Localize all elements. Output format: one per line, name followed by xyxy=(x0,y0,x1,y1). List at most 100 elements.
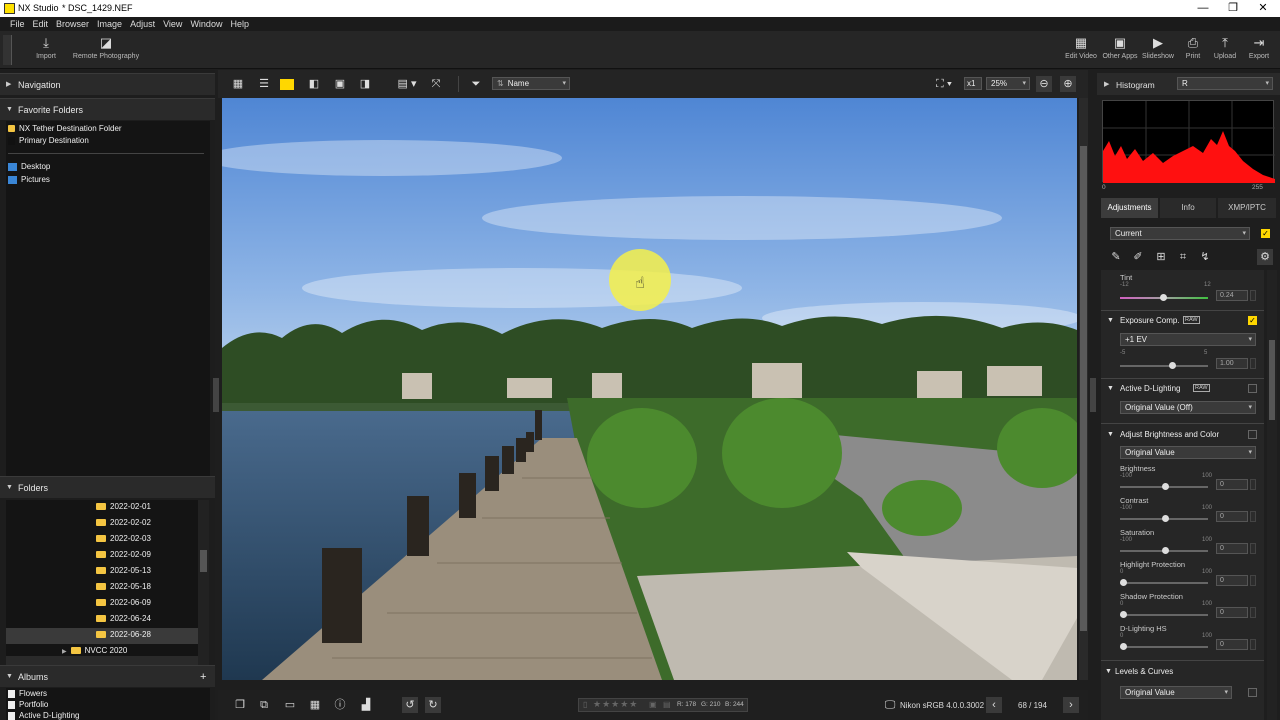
stack-icon[interactable]: ❐ xyxy=(232,697,248,713)
minimize-button[interactable]: — xyxy=(1188,1,1218,16)
exposure-spinner[interactable] xyxy=(1250,358,1256,369)
slider-value-field[interactable]: 0 xyxy=(1216,543,1248,554)
album-item[interactable]: Active D-Lighting xyxy=(6,710,210,720)
folder-item-selected[interactable]: 2022-06-28 xyxy=(6,628,198,644)
maximize-button[interactable]: ❐ xyxy=(1218,1,1248,16)
adjust-slider[interactable] xyxy=(1120,579,1208,586)
eyedropper-icon[interactable]: ✎ xyxy=(1108,249,1124,265)
compare-view-icon[interactable]: ▣ xyxy=(332,76,348,92)
previous-image-button[interactable]: ‹ xyxy=(986,697,1002,713)
adjust-slider[interactable] xyxy=(1120,643,1208,650)
slider-spinner[interactable] xyxy=(1250,511,1256,522)
menu-file[interactable]: File xyxy=(6,17,29,31)
exposure-slider[interactable] xyxy=(1120,362,1208,369)
levels-dropdown[interactable]: Original Value ▾ xyxy=(1120,686,1232,699)
adjust-slider[interactable] xyxy=(1120,515,1208,522)
right-panel-toggle[interactable] xyxy=(1090,378,1096,412)
next-image-button[interactable]: › xyxy=(1063,697,1079,713)
list-view-icon[interactable]: ☰ xyxy=(256,76,272,92)
slider-spinner[interactable] xyxy=(1250,479,1256,490)
vertical-scrollbar[interactable] xyxy=(198,500,209,665)
abc-checkbox[interactable] xyxy=(1248,430,1257,439)
rotate-right-icon[interactable]: ↻ xyxy=(425,697,441,713)
crop-icon[interactable]: ⌗ xyxy=(1175,249,1191,265)
scrollbar-thumb[interactable] xyxy=(200,550,207,572)
menu-adjust[interactable]: Adjust xyxy=(126,17,159,31)
album-item[interactable]: Portfolio xyxy=(6,699,210,710)
add-album-icon[interactable]: + xyxy=(200,666,206,688)
menu-image[interactable]: Image xyxy=(93,17,126,31)
slideshow-button[interactable]: ▶ Slideshow xyxy=(1140,35,1176,60)
exposure-value-field[interactable]: 1.00 xyxy=(1216,358,1248,369)
adjust-slider[interactable] xyxy=(1120,547,1208,554)
slider-knob[interactable] xyxy=(1120,579,1127,586)
fit-screen-icon[interactable]: ⛶ ▾ xyxy=(930,76,958,92)
favorite-folders-header[interactable]: ▼ Favorite Folders xyxy=(0,98,215,120)
layout-select-icon[interactable]: ▤ ▾ xyxy=(395,76,419,92)
histogram-header[interactable]: ▶ Histogram R ▾ xyxy=(1097,73,1280,95)
histogram-channel-dropdown[interactable]: R ▾ xyxy=(1177,77,1273,90)
collapse-down-icon[interactable]: ▼ xyxy=(1107,431,1114,438)
zoom-x1-button[interactable]: x1 xyxy=(964,77,982,90)
retouch-brush-icon[interactable]: ✐ xyxy=(1130,249,1146,265)
zoom-dropdown[interactable]: 25% ▾ xyxy=(986,77,1030,90)
tab-xmp-iptc[interactable]: XMP/IPTC xyxy=(1218,198,1276,218)
print-button[interactable]: ⎙ Print xyxy=(1178,35,1208,60)
zoom-out-icon[interactable]: ⊖ xyxy=(1036,76,1052,92)
adjust-slider[interactable] xyxy=(1120,483,1208,490)
folder-item[interactable]: 2022-06-09 xyxy=(6,596,198,612)
rotate-left-icon[interactable]: ↺ xyxy=(402,697,418,713)
slider-value-field[interactable]: 0 xyxy=(1216,479,1248,490)
star-rating[interactable]: ★★★★★ xyxy=(593,699,638,710)
grid-overlay-icon[interactable]: ▦ xyxy=(307,697,323,713)
fullscreen-icon[interactable]: ⤧ xyxy=(428,76,444,92)
gear-icon[interactable]: ⚙ xyxy=(1257,249,1273,265)
zoom-in-icon[interactable]: ⊕ xyxy=(1060,76,1076,92)
favorite-item[interactable]: Primary Destination xyxy=(6,134,210,147)
viewer-scrollbar[interactable] xyxy=(1079,98,1088,680)
filmstrip-view-icon[interactable]: ◧ xyxy=(306,76,322,92)
collapse-down-icon[interactable]: ▼ xyxy=(1107,317,1114,324)
info-icon[interactable]: ⓘ xyxy=(332,697,348,713)
left-panel-toggle[interactable] xyxy=(213,378,219,412)
reject-icon[interactable]: ▯ xyxy=(583,700,587,709)
sort-dropdown[interactable]: ⇅ Name ▾ xyxy=(492,77,570,90)
single-image-view-icon[interactable] xyxy=(280,79,294,90)
slider-knob[interactable] xyxy=(1169,362,1176,369)
menu-view[interactable]: View xyxy=(159,17,186,31)
protect-icon[interactable]: ▤ xyxy=(663,700,671,709)
thumbnail-grid-icon[interactable]: ▦ xyxy=(230,76,246,92)
tab-info[interactable]: Info xyxy=(1160,198,1216,218)
slider-knob[interactable] xyxy=(1120,611,1127,618)
slider-knob[interactable] xyxy=(1120,643,1127,650)
slider-value-field[interactable]: 0 xyxy=(1216,639,1248,650)
folder-item[interactable]: 2022-02-01 xyxy=(6,500,198,516)
crop-frame-icon[interactable]: ▭ xyxy=(282,697,298,713)
collapse-down-icon[interactable]: ▼ xyxy=(1105,668,1112,675)
slider-spinner[interactable] xyxy=(1250,607,1256,618)
exposure-dropdown[interactable]: +1 EV ▾ xyxy=(1120,333,1256,346)
exposure-checkbox[interactable]: ✓ xyxy=(1248,316,1257,325)
scrollbar-thumb[interactable] xyxy=(1269,340,1275,420)
horizontal-scrollbar[interactable] xyxy=(6,656,198,665)
favorite-item[interactable]: NX Tether Destination Folder xyxy=(6,121,210,134)
slider-knob[interactable] xyxy=(1162,547,1169,554)
straighten-icon[interactable]: ⊞ xyxy=(1153,249,1169,265)
slider-spinner[interactable] xyxy=(1250,543,1256,554)
import-button[interactable]: ⤓ Import xyxy=(30,35,62,60)
close-button[interactable]: ✕ xyxy=(1248,1,1278,16)
slider-spinner[interactable] xyxy=(1250,575,1256,586)
albums-header[interactable]: ▼ Albums + xyxy=(0,665,215,687)
label-icon[interactable]: ▣ xyxy=(649,700,657,709)
adl-checkbox[interactable] xyxy=(1248,384,1257,393)
remote-photography-button[interactable]: ◪ Remote Photography xyxy=(70,35,142,60)
menu-window[interactable]: Window xyxy=(186,17,226,31)
navigation-header[interactable]: ▶ Navigation xyxy=(0,73,215,95)
folder-item[interactable]: 2022-05-13 xyxy=(6,564,198,580)
favorite-item[interactable]: Pictures xyxy=(6,173,210,186)
folders-header[interactable]: ▼ Folders xyxy=(0,476,215,498)
collapse-down-icon[interactable]: ▼ xyxy=(1107,385,1114,392)
menu-browser[interactable]: Browser xyxy=(52,17,93,31)
slider-spinner[interactable] xyxy=(1250,639,1256,650)
filter-icon[interactable]: ⏷ xyxy=(468,76,484,92)
